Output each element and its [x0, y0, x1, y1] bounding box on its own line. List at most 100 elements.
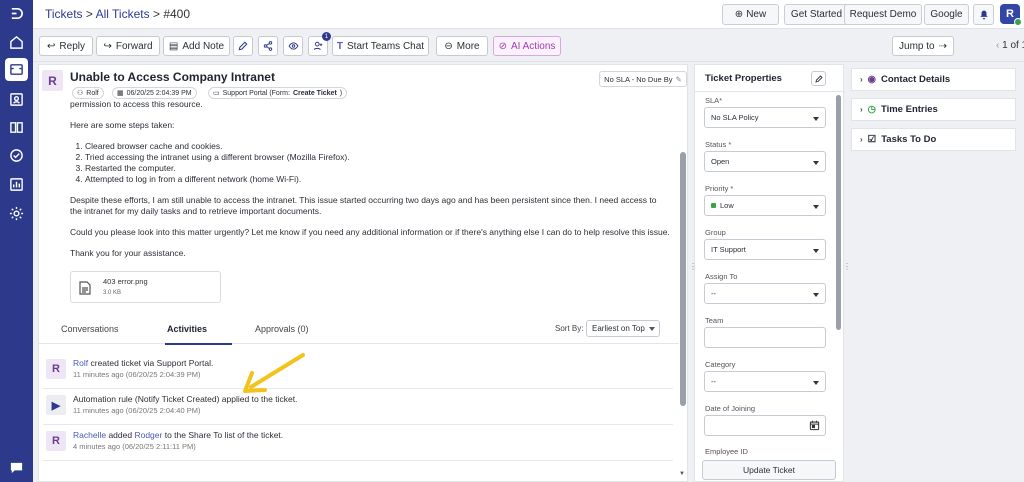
team-input[interactable]	[704, 327, 826, 348]
chevron-down-icon	[649, 327, 655, 331]
get-started-button[interactable]: Get Started	[784, 4, 849, 25]
sla-select[interactable]: No SLA Policy	[704, 107, 826, 128]
reply-button[interactable]: ↩ Reply	[39, 36, 93, 56]
ai-actions-button[interactable]: ⊘ AI Actions	[493, 36, 561, 56]
sla-label: SLA*	[705, 96, 723, 105]
breadcrumb-separator: >	[152, 7, 160, 21]
ticket-tabs: Conversations Activities Approvals (0) S…	[39, 316, 679, 345]
requester-chip[interactable]: ⚇ Rolf	[72, 87, 104, 99]
priority-label: Priority *	[705, 184, 734, 193]
tasks-icon[interactable]	[7, 146, 26, 165]
user-plus-icon	[313, 41, 322, 51]
chevron-right-icon: ›	[860, 105, 863, 114]
group-select[interactable]: IT Support	[704, 239, 826, 260]
chat-icon[interactable]	[7, 458, 26, 477]
properties-header: Ticket Properties	[695, 65, 843, 92]
tab-conversations[interactable]: Conversations	[61, 324, 119, 334]
assign-to-select[interactable]: --	[704, 283, 826, 304]
edit-button[interactable]	[233, 36, 253, 56]
category-select[interactable]: --	[704, 371, 826, 392]
calendar-icon: ▦	[117, 90, 124, 97]
time-entries-section[interactable]: › ◷ Time Entries	[851, 98, 1016, 121]
attachment-card[interactable]: 403 error.png 3.0 KB	[70, 271, 221, 303]
forward-button[interactable]: ↪ Forward	[96, 36, 160, 56]
sort-select[interactable]: Earliest on Top	[586, 320, 660, 337]
tab-approvals[interactable]: Approvals (0)	[255, 324, 309, 334]
top-bar: Tickets > All Tickets > #400 ⊕ New Get St…	[33, 0, 1024, 29]
clock-icon: ◷	[867, 104, 876, 115]
chevron-right-icon: ›	[860, 75, 863, 84]
activity-user-link[interactable]: Rodger	[134, 430, 162, 440]
contact-details-section[interactable]: › ◉ Contact Details	[851, 68, 1016, 91]
active-tab-indicator	[165, 343, 232, 345]
user-avatar[interactable]: R	[1000, 4, 1022, 26]
scrollbar-thumb[interactable]	[836, 95, 841, 330]
google-button[interactable]: Google	[924, 4, 969, 25]
chevron-down-icon	[813, 249, 819, 253]
ticket-pager: ‹ 1 of 152 ›	[996, 40, 1024, 51]
jump-to-button[interactable]: Jump to ⇢	[892, 36, 954, 56]
start-teams-chat-button[interactable]: T Start Teams Chat	[332, 36, 429, 56]
request-demo-button[interactable]: Request Demo	[844, 4, 922, 25]
contacts-icon[interactable]	[7, 90, 26, 109]
ai-sparkle-icon: ⊘	[498, 40, 507, 52]
add-watcher-button[interactable]: 1	[308, 32, 331, 56]
breadcrumb-all-tickets[interactable]: All Tickets	[96, 7, 150, 21]
ticket-title: Unable to Access Company Intranet	[70, 70, 275, 84]
share-button[interactable]	[258, 36, 278, 56]
activity-avatar: R	[46, 431, 66, 451]
activity-user-link[interactable]: Rachelle	[73, 430, 106, 440]
add-note-button[interactable]: ▤ Add Note	[163, 36, 230, 56]
ticket-main-pane: R Unable to Access Company Intranet ⚇ Rol…	[38, 64, 688, 482]
home-icon[interactable]	[7, 33, 26, 52]
automation-icon: ▶	[46, 395, 66, 415]
calendar-icon[interactable]	[809, 420, 820, 431]
activity-avatar: R	[46, 359, 66, 379]
scroll-down-icon[interactable]: ▼	[679, 471, 685, 477]
sla-status[interactable]: No SLA - No Due By ✎	[599, 71, 687, 87]
team-label: Team	[705, 316, 724, 325]
notifications-button[interactable]	[973, 4, 994, 25]
edit-properties-button[interactable]	[811, 71, 826, 86]
status-select[interactable]: Open	[704, 151, 826, 172]
contact-icon: ◉	[867, 74, 876, 85]
watch-button[interactable]	[283, 36, 303, 56]
app-logo-icon[interactable]	[7, 4, 26, 23]
ticket-description: permission to access this resource. Here…	[70, 99, 670, 269]
chevron-down-icon	[813, 381, 819, 385]
breadcrumb-separator: >	[85, 7, 93, 21]
priority-select[interactable]: Low	[704, 195, 826, 216]
activity-time: 11 minutes ago (06/20/25 2:04:40 PM)	[73, 406, 201, 415]
reports-icon[interactable]	[7, 175, 26, 194]
settings-icon[interactable]	[7, 204, 26, 223]
status-label: Status *	[705, 140, 732, 149]
activity-item: ▶ Automation rule (Notify Ticket Created…	[43, 391, 673, 425]
tasks-to-do-section[interactable]: › ☑ Tasks To Do	[851, 128, 1016, 151]
properties-title: Ticket Properties	[705, 73, 782, 84]
more-button[interactable]: ⊖ More	[436, 36, 488, 56]
knowledge-base-icon[interactable]	[7, 118, 26, 137]
breadcrumb-tickets[interactable]: Tickets	[45, 7, 83, 21]
activity-time: 4 minutes ago (06/20/25 2:11:11 PM)	[73, 442, 196, 451]
share-icon	[263, 41, 273, 51]
description-scrollbar[interactable]: ▼	[679, 65, 687, 481]
activity-text: Rolf created ticket via Support Portal.	[73, 358, 214, 368]
update-ticket-button[interactable]: Update Ticket	[702, 460, 836, 480]
annotation-arrow-icon	[243, 353, 305, 393]
properties-scrollbar[interactable]	[836, 95, 842, 453]
tab-activities[interactable]: Activities	[167, 324, 207, 334]
watcher-count-badge: 1	[322, 32, 331, 41]
new-button[interactable]: ⊕ New	[722, 4, 779, 25]
activity-text: Rachelle added Rodger to the Share To li…	[73, 430, 284, 440]
chevron-down-icon	[813, 293, 819, 297]
resize-handle-icon[interactable]: ⋮	[689, 262, 697, 272]
online-status-dot	[1014, 18, 1022, 26]
previous-ticket-icon[interactable]: ‹	[996, 40, 999, 51]
scrollbar-thumb[interactable]	[680, 152, 686, 406]
tickets-icon[interactable]	[5, 58, 28, 81]
activity-user-link[interactable]: Rolf	[73, 358, 88, 368]
date-of-joining-input[interactable]	[704, 415, 826, 436]
more-icon: ⊖	[444, 40, 453, 52]
forward-icon: ↪	[103, 40, 112, 52]
jump-icon: ⇢	[938, 40, 947, 52]
